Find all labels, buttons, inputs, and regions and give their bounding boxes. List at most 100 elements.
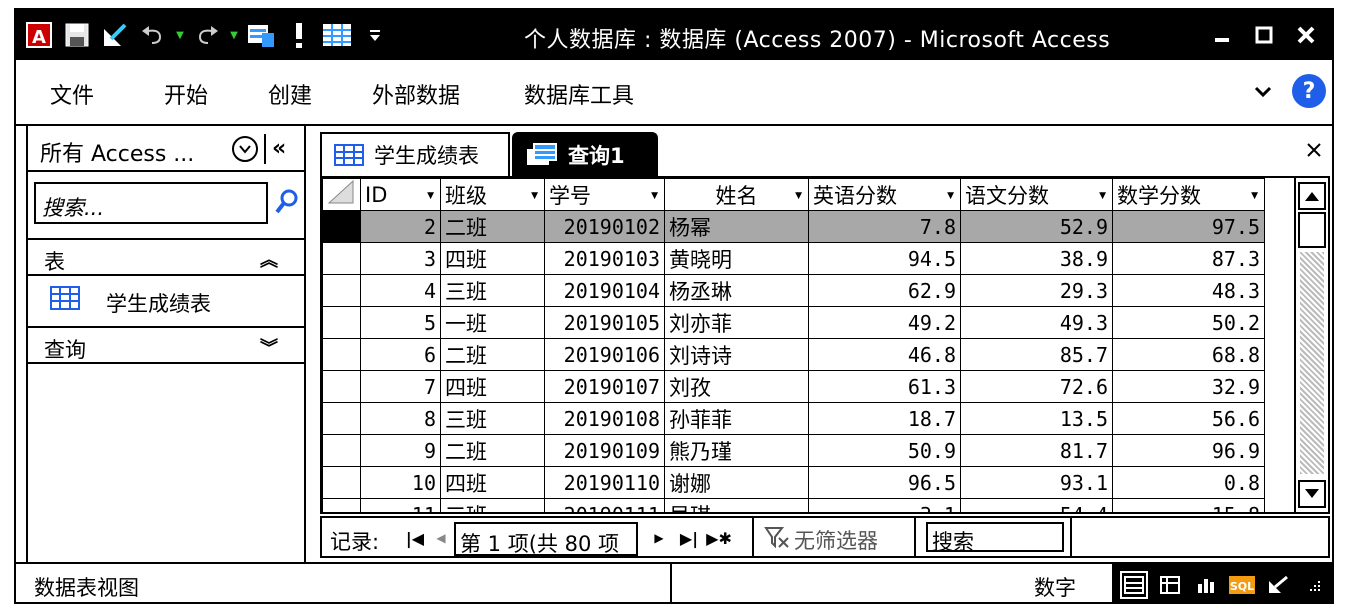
chevron-down-icon[interactable] <box>232 136 258 162</box>
cell-class[interactable]: 二班 <box>440 210 545 243</box>
cell-id[interactable]: 8 <box>360 402 441 435</box>
help-icon[interactable]: ? <box>1292 74 1326 108</box>
cell-math[interactable]: 0.8 <box>1112 466 1265 499</box>
cell-english[interactable]: 49.2 <box>808 306 961 339</box>
next-record-icon[interactable]: ▶ <box>646 524 672 552</box>
vertical-scrollbar[interactable] <box>1294 178 1328 512</box>
row-selector[interactable] <box>322 306 361 339</box>
tab-external-data[interactable]: 外部数据 <box>372 78 460 110</box>
sql-view-icon[interactable]: SQL <box>1228 571 1256 599</box>
cell-student-id[interactable]: 20190105 <box>544 306 665 339</box>
cell-class[interactable]: 一班 <box>440 306 545 339</box>
cell-id[interactable]: 7 <box>360 370 441 403</box>
cell-name[interactable]: 谢娜 <box>664 466 809 499</box>
cell-math[interactable]: 56.6 <box>1112 402 1265 435</box>
close-icon[interactable] <box>1288 20 1324 50</box>
maximize-icon[interactable] <box>1246 20 1282 50</box>
column-header-name[interactable]: 姓名 ▼ <box>664 178 809 211</box>
nav-title[interactable]: 所有 Access ... <box>40 136 194 168</box>
cell-id[interactable]: 3 <box>360 242 441 275</box>
table-row[interactable]: 3 四班 20190103 黄晓明 94.5 38.9 87.3 <box>322 242 1265 275</box>
cell-chinese[interactable]: 85.7 <box>960 338 1113 371</box>
row-selector[interactable] <box>322 210 361 243</box>
row-selector[interactable] <box>322 466 361 499</box>
cell-math[interactable]: 87.3 <box>1112 242 1265 275</box>
cell-math[interactable]: 96.9 <box>1112 434 1265 467</box>
cell-id[interactable]: 11 <box>360 498 441 512</box>
cell-name[interactable]: 吴琪 <box>664 498 809 512</box>
table-row[interactable]: 11 三班 20190111 吴琪 3.1 54.4 15.8 <box>322 498 1265 512</box>
cell-english[interactable]: 61.3 <box>808 370 961 403</box>
chevron-down-icon[interactable] <box>1254 84 1272 103</box>
cell-class[interactable]: 四班 <box>440 242 545 275</box>
row-selector[interactable] <box>322 370 361 403</box>
sort-arrow-icon[interactable]: ▼ <box>947 191 954 201</box>
cell-chinese[interactable]: 93.1 <box>960 466 1113 499</box>
table-row[interactable]: 8 三班 20190108 孙菲菲 18.7 13.5 56.6 <box>322 402 1265 435</box>
column-header-chinese[interactable]: 语文分数 ▼ <box>960 178 1113 211</box>
form-icon[interactable] <box>244 20 278 50</box>
table-row[interactable]: 7 四班 20190107 刘孜 61.3 72.6 32.9 <box>322 370 1265 403</box>
table-row[interactable]: 6 二班 20190106 刘诗诗 46.8 85.7 68.8 <box>322 338 1265 371</box>
scroll-up-icon[interactable] <box>1298 182 1326 210</box>
cell-chinese[interactable]: 13.5 <box>960 402 1113 435</box>
close-document-icon[interactable] <box>1304 140 1324 166</box>
datasheet-view-icon[interactable] <box>1120 571 1148 599</box>
cell-english[interactable]: 3.1 <box>808 498 961 512</box>
cell-math[interactable]: 50.2 <box>1112 306 1265 339</box>
cell-student-id[interactable]: 20190106 <box>544 338 665 371</box>
sort-arrow-icon[interactable]: ▼ <box>1251 191 1258 201</box>
cell-english[interactable]: 94.5 <box>808 242 961 275</box>
cell-math[interactable]: 68.8 <box>1112 338 1265 371</box>
cell-chinese[interactable]: 52.9 <box>960 210 1113 243</box>
sort-arrow-icon[interactable]: ▼ <box>795 191 802 201</box>
table-row[interactable]: 4 三班 20190104 杨丞琳 62.9 29.3 48.3 <box>322 274 1265 307</box>
pivot-table-view-icon[interactable] <box>1156 571 1184 599</box>
tab-home[interactable]: 开始 <box>164 78 208 110</box>
column-header-math[interactable]: 数学分数 ▼ <box>1112 178 1265 211</box>
cell-math[interactable]: 32.9 <box>1112 370 1265 403</box>
cell-english[interactable]: 7.8 <box>808 210 961 243</box>
cell-english[interactable]: 46.8 <box>808 338 961 371</box>
run-icon[interactable] <box>282 20 316 50</box>
new-record-icon[interactable]: ▶✱ <box>706 524 732 552</box>
cell-name[interactable]: 熊乃瑾 <box>664 434 809 467</box>
horizontal-scrollbar[interactable] <box>1070 518 1292 556</box>
redo-icon[interactable] <box>190 20 224 50</box>
cell-english[interactable]: 62.9 <box>808 274 961 307</box>
row-selector[interactable] <box>322 498 361 512</box>
tab-database-tools[interactable]: 数据库工具 <box>524 78 634 110</box>
cell-math[interactable]: 15.8 <box>1112 498 1265 512</box>
tab-student-scores[interactable]: 学生成绩表 <box>320 132 510 176</box>
cell-class[interactable]: 二班 <box>440 338 545 371</box>
cell-student-id[interactable]: 20190104 <box>544 274 665 307</box>
pivot-chart-view-icon[interactable] <box>1192 571 1220 599</box>
tab-file[interactable]: 文件 <box>50 78 94 110</box>
design-view-icon[interactable] <box>1264 571 1292 599</box>
sort-arrow-icon[interactable]: ▼ <box>651 191 658 201</box>
cell-student-id[interactable]: 20190110 <box>544 466 665 499</box>
cell-name[interactable]: 刘亦菲 <box>664 306 809 339</box>
cell-name[interactable]: 黄晓明 <box>664 242 809 275</box>
nav-search-input[interactable]: 搜索... <box>34 182 268 224</box>
first-record-icon[interactable]: |◀ <box>402 524 428 552</box>
table-row[interactable]: 10 四班 20190110 谢娜 96.5 93.1 0.8 <box>322 466 1265 499</box>
column-header-english[interactable]: 英语分数 ▼ <box>808 178 961 211</box>
cell-id[interactable]: 9 <box>360 434 441 467</box>
record-search-input[interactable]: 搜索 <box>926 522 1064 554</box>
cell-id[interactable]: 2 <box>360 210 441 243</box>
cell-class[interactable]: 三班 <box>440 274 545 307</box>
select-all-cell[interactable] <box>322 178 361 211</box>
resize-grip-icon[interactable] <box>1300 571 1328 599</box>
filter-status[interactable]: 无筛选器 <box>752 518 916 556</box>
row-selector[interactable] <box>322 338 361 371</box>
cell-class[interactable]: 二班 <box>440 434 545 467</box>
cell-chinese[interactable]: 81.7 <box>960 434 1113 467</box>
scroll-track[interactable] <box>1300 252 1324 474</box>
cell-chinese[interactable]: 49.3 <box>960 306 1113 339</box>
cell-math[interactable]: 48.3 <box>1112 274 1265 307</box>
cell-class[interactable]: 四班 <box>440 370 545 403</box>
table-row[interactable]: 2 二班 20190102 杨幂 7.8 52.9 97.5 <box>322 210 1265 243</box>
cell-english[interactable]: 50.9 <box>808 434 961 467</box>
cell-id[interactable]: 5 <box>360 306 441 339</box>
